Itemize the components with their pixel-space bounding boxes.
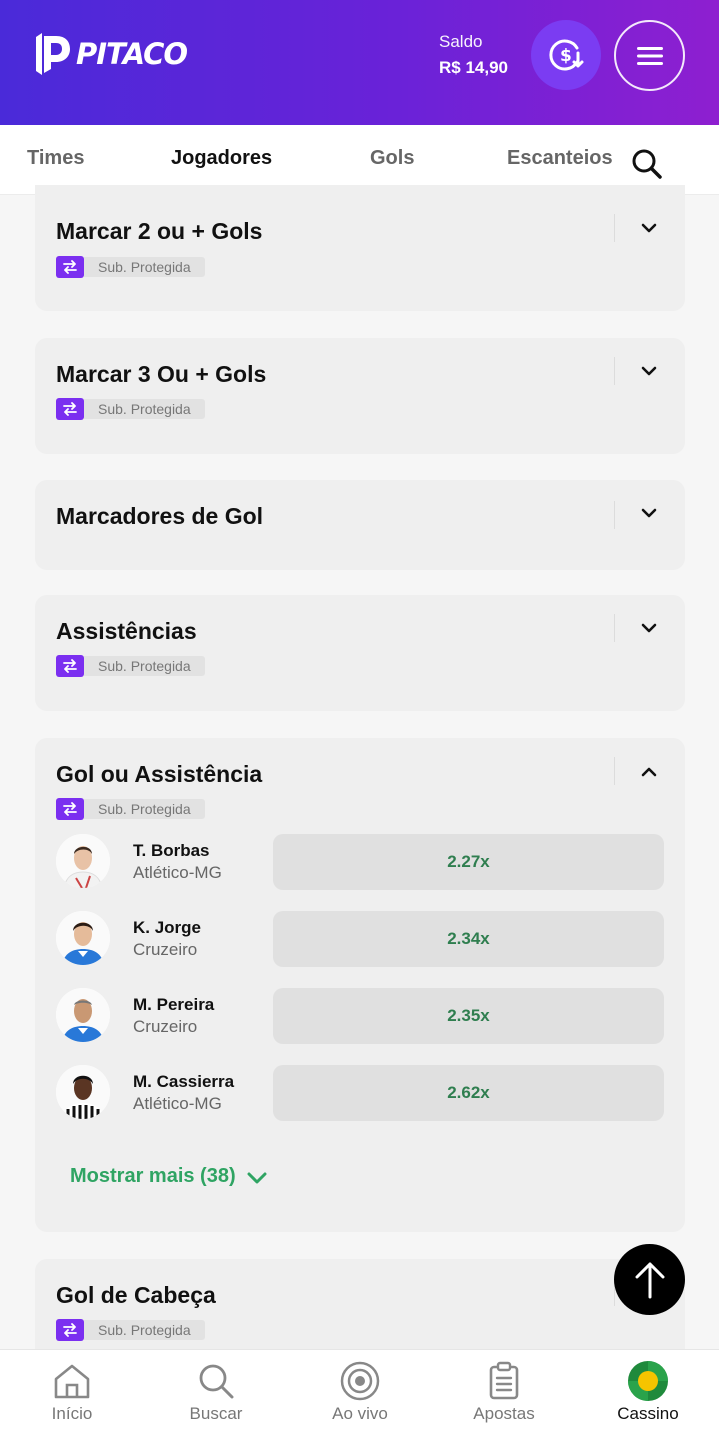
nav-apostas[interactable]: Apostas [449, 1360, 559, 1424]
player-name: T. Borbas [133, 841, 210, 860]
divider [614, 501, 615, 529]
odd-button[interactable]: 2.27x [273, 834, 664, 890]
balance-label: Saldo [439, 32, 483, 51]
swap-icon [56, 655, 84, 677]
player-row: K. Jorge Cruzeiro 2.34x [56, 911, 666, 967]
player-name: M. Cassierra [133, 1072, 235, 1091]
tab-gols[interactable]: Gols [370, 147, 414, 170]
chevron-up-icon[interactable] [638, 761, 660, 783]
odd-button[interactable]: 2.62x [273, 1065, 664, 1121]
bottom-navigation: Início Buscar Ao vivo Apostas Cassino [0, 1349, 719, 1433]
search-icon [199, 1364, 234, 1399]
divider [614, 757, 615, 785]
show-more-label: Mostrar mais (38) [70, 1165, 236, 1187]
chevron-down-icon[interactable] [638, 217, 660, 239]
market-card-assistencias: Assistências Sub. Protegida [35, 595, 685, 711]
badge-label: Sub. Protegida [84, 656, 205, 676]
chevron-down-icon[interactable] [638, 617, 660, 639]
market-title: Gol de Cabeça [56, 1282, 216, 1308]
swap-icon [56, 256, 84, 278]
logo-text: PITACO [76, 37, 188, 71]
dollar-deposit-icon: $ [549, 39, 584, 71]
badge-label: Sub. Protegida [84, 799, 205, 819]
player-avatar [56, 834, 110, 888]
divider [614, 614, 615, 642]
market-card-gol-ou-assistencia: Gol ou Assistência Sub. Protegida T. Bor… [35, 738, 685, 1232]
scroll-to-top-button[interactable] [614, 1244, 685, 1315]
player-row: T. Borbas Atlético-MG 2.27x [56, 834, 666, 890]
player-name: M. Pereira [133, 995, 215, 1014]
player-team: Cruzeiro [133, 940, 198, 959]
badge-label: Sub. Protegida [84, 399, 205, 419]
player-team: Atlético-MG [133, 1094, 222, 1113]
player-team: Atlético-MG [133, 863, 222, 882]
protected-sub-badge: Sub. Protegida [56, 1319, 205, 1341]
protected-sub-badge: Sub. Protegida [56, 398, 205, 420]
market-title: Assistências [56, 618, 197, 644]
nav-ao-vivo[interactable]: Ao vivo [305, 1360, 415, 1424]
show-more-button[interactable]: Mostrar mais (38) [70, 1165, 270, 1188]
player-team: Cruzeiro [133, 1017, 198, 1036]
tab-jogadores[interactable]: Jogadores [171, 147, 272, 170]
player-name: K. Jorge [133, 918, 202, 937]
search-icon[interactable] [630, 147, 664, 181]
player-avatar [56, 911, 110, 965]
balance-value: R$ 14,90 [439, 58, 508, 77]
market-card-marcar-2-gols: Marcar 2 ou + Gols Sub. Protegida [35, 185, 685, 311]
tab-escanteios[interactable]: Escanteios [507, 147, 613, 170]
balance: Saldo R$ 14,90 [439, 32, 508, 78]
player-avatar [56, 988, 110, 1042]
clipboard-icon [489, 1361, 519, 1400]
live-icon [340, 1361, 380, 1401]
nav-label: Apostas [473, 1404, 535, 1423]
odd-button[interactable]: 2.34x [273, 911, 664, 967]
badge-label: Sub. Protegida [84, 257, 205, 277]
odd-button[interactable]: 2.35x [273, 988, 664, 1044]
market-title: Marcar 2 ou + Gols [56, 218, 263, 244]
home-icon [54, 1364, 90, 1399]
app-header: PITACO Saldo R$ 14,90 $ [0, 0, 719, 125]
protected-sub-badge: Sub. Protegida [56, 655, 205, 677]
chevron-down-icon [247, 1172, 267, 1183]
deposit-button[interactable]: $ [531, 20, 601, 90]
nav-label: Buscar [189, 1404, 243, 1423]
market-title: Gol ou Assistência [56, 761, 263, 787]
badge-label: Sub. Protegida [84, 1320, 205, 1340]
svg-text:$: $ [560, 46, 572, 66]
hamburger-icon [636, 46, 663, 65]
market-card-marcadores-de-gol: Marcadores de Gol [35, 480, 685, 570]
swap-icon [56, 1319, 84, 1341]
tab-times[interactable]: Times [27, 147, 84, 170]
player-row: M. Pereira Cruzeiro 2.35x [56, 988, 666, 1044]
swap-icon [56, 398, 84, 420]
menu-button[interactable] [614, 20, 685, 91]
player-avatar [56, 1065, 110, 1119]
chevron-down-icon[interactable] [638, 502, 660, 524]
swap-icon [56, 798, 84, 820]
market-card-gol-de-cabeca: Gol de Cabeça Sub. Protegida [35, 1259, 685, 1349]
protected-sub-badge: Sub. Protegida [56, 798, 205, 820]
chevron-down-icon[interactable] [638, 360, 660, 382]
market-title: Marcar 3 Ou + Gols [56, 361, 267, 387]
nav-inicio[interactable]: Início [17, 1360, 127, 1424]
pitaco-logo[interactable]: PITACO [34, 33, 188, 75]
divider [614, 357, 615, 385]
nav-buscar[interactable]: Buscar [161, 1360, 271, 1424]
market-title: Marcadores de Gol [56, 503, 264, 529]
market-card-marcar-3-gols: Marcar 3 Ou + Gols Sub. Protegida [35, 338, 685, 454]
logo-mark-icon [34, 33, 72, 75]
arrow-up-icon [635, 1262, 664, 1298]
casino-icon [628, 1361, 668, 1401]
nav-label: Ao vivo [332, 1404, 388, 1423]
nav-cassino[interactable]: Cassino [593, 1360, 703, 1424]
divider [614, 214, 615, 242]
protected-sub-badge: Sub. Protegida [56, 256, 205, 278]
player-row: M. Cassierra Atlético-MG 2.62x [56, 1065, 666, 1121]
nav-label: Início [51, 1404, 93, 1423]
nav-label: Cassino [617, 1404, 679, 1423]
